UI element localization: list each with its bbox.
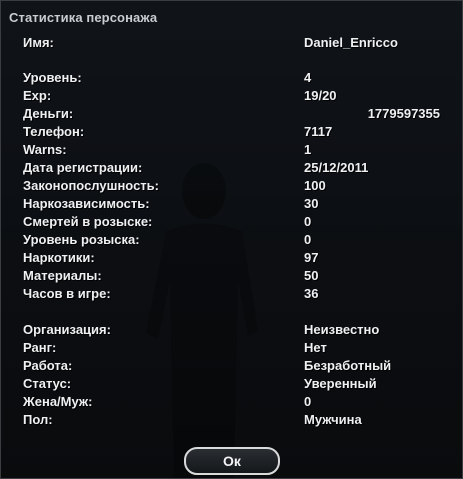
stat-label: Организация:: [23, 322, 111, 337]
stat-row-drug-addiction: Наркозависимость: 30: [23, 196, 443, 214]
stat-value: 0: [304, 394, 312, 409]
stat-row-reg-date: Дата регистрации: 25/12/2011: [23, 160, 443, 178]
stat-label: Статус:: [23, 376, 72, 391]
stat-row-job: Работа: Безработный: [23, 358, 443, 376]
stat-value: Безработный: [304, 358, 392, 373]
stat-value: 97: [304, 250, 319, 265]
stat-row-name: Имя: Daniel_Enricco: [23, 35, 443, 53]
stat-value: Мужчина: [304, 412, 362, 427]
stat-row-rank: Ранг: Нет: [23, 340, 443, 358]
stat-row-money: Деньги: 1779597355: [23, 106, 443, 124]
stat-row-exp: Exp: 19/20: [23, 88, 443, 106]
stat-label: Работа:: [23, 358, 73, 373]
stat-row-law: Законопослушность: 100: [23, 178, 443, 196]
stat-value: 0: [304, 232, 312, 247]
stat-label: Уровень розыска:: [23, 232, 140, 247]
dialog-title: Статистика персонажа: [9, 10, 158, 25]
stat-label: Часов в игре:: [23, 286, 111, 301]
stat-row-warns: Warns: 1: [23, 142, 443, 160]
stat-label: Деньги:: [23, 106, 74, 121]
stat-label: Уровень:: [23, 70, 82, 85]
stat-value: 4: [304, 70, 312, 85]
stat-row-wanted-level: Уровень розыска: 0: [23, 232, 443, 250]
stat-row-gender: Пол: Мужчина: [23, 412, 443, 430]
stat-label: Телефон:: [23, 124, 85, 139]
stat-value: Неизвестно: [304, 322, 380, 337]
stat-value: Нет: [304, 340, 327, 355]
stat-row-materials: Материалы: 50: [23, 268, 443, 286]
stat-label: Материалы:: [23, 268, 102, 283]
stat-value: 7117: [304, 124, 333, 139]
stat-label: Ранг:: [23, 340, 57, 355]
stat-row-organization: Организация: Неизвестно: [23, 322, 443, 340]
stat-value: 36: [304, 286, 319, 301]
stat-value: 25/12/2011: [304, 160, 369, 175]
character-stats-dialog: Статистика персонажа Имя: Daniel_Enricco…: [0, 0, 463, 479]
stat-value: 19/20: [304, 88, 337, 103]
stat-row-phone: Телефон: 7117: [23, 124, 443, 142]
stat-row-drugs: Наркотики: 97: [23, 250, 443, 268]
stat-value: 100: [304, 178, 326, 193]
stat-label: Жена/Муж:: [23, 394, 93, 409]
stat-row-wanted-deaths: Смертей в розыске: 0: [23, 214, 443, 232]
stat-label: Законопослушность:: [23, 178, 159, 193]
stat-label: Наркотики:: [23, 250, 95, 265]
stat-label: Дата регистрации:: [23, 160, 143, 175]
stat-label: Наркозависимость:: [23, 196, 150, 211]
ok-button[interactable]: Ок: [184, 447, 280, 475]
stat-value: 1: [304, 142, 312, 157]
stat-label: Warns:: [23, 142, 67, 157]
stat-label: Имя:: [23, 35, 54, 50]
stat-value: 0: [304, 214, 312, 229]
stat-row-level: Уровень: 4: [23, 70, 443, 88]
stat-label: Смертей в розыске:: [23, 214, 153, 229]
stat-value: 1779597355: [367, 106, 440, 121]
stat-value: Daniel_Enricco: [304, 35, 398, 50]
stat-value: 30: [304, 196, 319, 211]
stat-value: 50: [304, 268, 319, 283]
stat-value: Уверенный: [304, 376, 377, 391]
stat-label: Пол:: [23, 412, 53, 427]
stat-row-status: Статус: Уверенный: [23, 376, 443, 394]
stat-row-hours: Часов в игре: 36: [23, 286, 443, 304]
stat-label: Exp:: [23, 88, 52, 103]
stat-row-spouse: Жена/Муж: 0: [23, 394, 443, 412]
